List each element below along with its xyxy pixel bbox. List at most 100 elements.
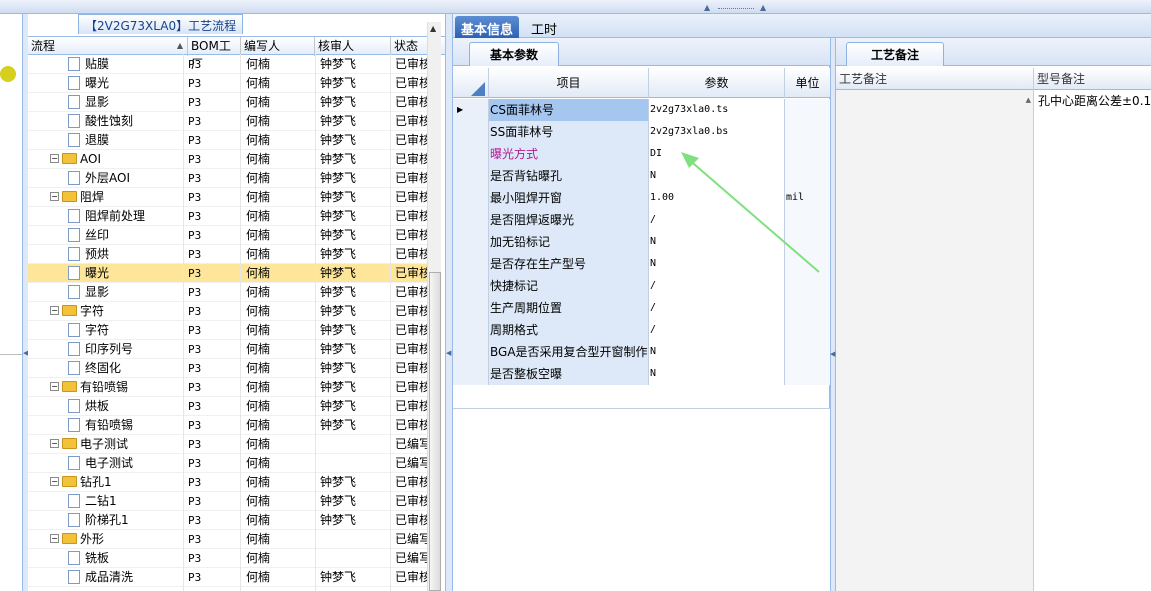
param-value-cell[interactable]: N	[649, 341, 785, 363]
tree-row[interactable]: − 钻孔1 P3 何楠 钟梦飞 已审核	[28, 473, 428, 492]
tree-row[interactable]: 终固化 P3 何楠 钟梦飞 已审核	[28, 359, 428, 378]
tree-row[interactable]: 退膜 P3 何楠 钟梦飞 已审核	[28, 131, 428, 150]
param-value-cell[interactable]: /	[649, 275, 785, 297]
collapse-toggle-icon[interactable]: −	[50, 439, 59, 448]
col-header-flow[interactable]: 流程 ▲	[28, 37, 188, 56]
tree-row[interactable]: 贴膜 P3 何楠 钟梦飞 已审核	[28, 55, 428, 74]
tree-row[interactable]: 阶梯孔1 P3 何楠 钟梦飞 已审核	[28, 511, 428, 530]
row-selector[interactable]	[453, 253, 489, 275]
col-header-reviewer[interactable]: 核审人	[315, 37, 391, 56]
tree-node-name[interactable]: 二钻1	[28, 492, 182, 511]
tree-node-name[interactable]: − 外形	[28, 530, 182, 549]
param-value-cell[interactable]: /	[649, 297, 785, 319]
tree-node-name[interactable]: 丝印	[28, 226, 182, 245]
row-selector[interactable]: ▶	[453, 99, 489, 121]
params-row[interactable]: SS面菲林号 2v2g73xla0.bs	[453, 121, 830, 143]
tree-row[interactable]: 阻焊前处理 P3 何楠 钟梦飞 已审核	[28, 207, 428, 226]
tree-row[interactable]: − 阻焊 P3 何楠 钟梦飞 已审核	[28, 188, 428, 207]
tree-node-name[interactable]: 曝光	[28, 264, 182, 283]
scroll-up-icon[interactable]: ▲	[1026, 96, 1031, 104]
tree-node-name[interactable]: 酸性蚀刻	[28, 112, 182, 131]
tree-node-name[interactable]: − 字符	[28, 302, 182, 321]
tree-row[interactable]: − 字符 P3 何楠 钟梦飞 已审核	[28, 302, 428, 321]
param-value-cell[interactable]: 2v2g73xla0.ts	[649, 99, 785, 121]
tree-row[interactable]: 有铅喷锡 P3 何楠 钟梦飞 已审核	[28, 416, 428, 435]
params-row[interactable]: 快捷标记 /	[453, 275, 830, 297]
tree-node-name[interactable]: − 阻焊	[28, 188, 182, 207]
tree-node-name[interactable]: 铣板	[28, 549, 182, 568]
row-selector[interactable]	[453, 319, 489, 341]
tree-row[interactable]: 字符 P3 何楠 钟梦飞 已审核	[28, 321, 428, 340]
tree-node-name[interactable]: 贴膜	[28, 55, 182, 74]
tree-node-name[interactable]: 成品清洗	[28, 568, 182, 587]
tree-node-name[interactable]: 电子测试	[28, 454, 182, 473]
tree-node-name[interactable]: − 钻孔1	[28, 473, 182, 492]
tree-node-name[interactable]: 退膜	[28, 131, 182, 150]
tree-node-name[interactable]: 曝光	[28, 74, 182, 93]
tree-row[interactable]: 烘板 P3 何楠 钟梦飞 已审核	[28, 397, 428, 416]
tab-work-hours[interactable]: 工时	[525, 16, 563, 38]
tree-row[interactable]: 预烘 P3 何楠 钟梦飞 已审核	[28, 245, 428, 264]
splitter-arrow-icon[interactable]: ◀	[446, 349, 451, 357]
tree-row[interactable]: − AOI P3 何楠 钟梦飞 已审核	[28, 150, 428, 169]
tree-row[interactable]: − 电子测试 P3 何楠 已编写	[28, 435, 428, 454]
splitter-grip[interactable]	[718, 8, 754, 11]
tree-row[interactable]: 成品清洗 P3 何楠 钟梦飞 已审核	[28, 568, 428, 587]
row-selector[interactable]	[453, 143, 489, 165]
middle-splitter[interactable]: ◀	[445, 14, 453, 591]
tree-row[interactable]: − 有铅喷锡 P3 何楠 钟梦飞 已审核	[28, 378, 428, 397]
row-selector[interactable]	[453, 297, 489, 319]
row-selector[interactable]	[453, 187, 489, 209]
tab-process-notes[interactable]: 工艺备注	[846, 42, 945, 66]
col-header-process-note[interactable]: 工艺备注	[836, 68, 1034, 90]
tree-scrollbar[interactable]: ▲	[427, 22, 441, 591]
tree-row[interactable]: 曝光 P3 何楠 钟梦飞 已审核	[28, 264, 428, 283]
row-selector-header[interactable]	[453, 68, 489, 98]
tree-node-name[interactable]: 预烘	[28, 245, 182, 264]
tree-node-name[interactable]: 显影	[28, 283, 182, 302]
collapse-toggle-icon[interactable]: −	[50, 534, 59, 543]
collapse-toggle-icon[interactable]: −	[50, 306, 59, 315]
tree-node-name[interactable]: 印序列号	[28, 340, 182, 359]
params-row[interactable]: 生产周期位置 /	[453, 297, 830, 319]
tree-node-name[interactable]: 字符	[28, 321, 182, 340]
param-value-cell[interactable]: /	[649, 319, 785, 341]
tree-node-name[interactable]: − 有铅喷锡	[28, 378, 182, 397]
params-row[interactable]: BGA是否采用复合型开窗制作 N	[453, 341, 830, 363]
process-note-textarea[interactable]: ▲	[836, 90, 1034, 591]
tree-row[interactable]: 外层AOI P3 何楠 钟梦飞 已审核	[28, 169, 428, 188]
param-value-cell[interactable]: N	[649, 363, 785, 385]
row-selector[interactable]	[453, 363, 489, 385]
collapse-toggle-icon[interactable]: −	[50, 477, 59, 486]
col-header-item[interactable]: 项目	[489, 68, 649, 98]
row-selector[interactable]	[453, 341, 489, 363]
row-selector[interactable]	[453, 209, 489, 231]
tree-row[interactable]: 酸性蚀刻 P3 何楠 钟梦飞 已审核	[28, 112, 428, 131]
row-selector[interactable]	[453, 231, 489, 253]
col-header-model-note[interactable]: 型号备注	[1034, 68, 1151, 90]
tree-node-name[interactable]: − AOI	[28, 150, 182, 169]
param-value-cell[interactable]: 2v2g73xla0.bs	[649, 121, 785, 143]
col-header-bom[interactable]: BOM工厂	[188, 37, 241, 71]
tab-basic-info[interactable]: 基本信息	[455, 16, 520, 38]
tree-row[interactable]: 显影 P3 何楠 钟梦飞 已审核	[28, 283, 428, 302]
tree-row[interactable]: 显影 P3 何楠 钟梦飞 已审核	[28, 93, 428, 112]
params-row[interactable]: 周期格式 /	[453, 319, 830, 341]
col-header-writer[interactable]: 编写人	[241, 37, 315, 56]
tree-node-name[interactable]: 终固化	[28, 359, 182, 378]
tree-node-name[interactable]: 阶梯孔1	[28, 511, 182, 530]
tree-node-name[interactable]: − 电子测试	[28, 435, 182, 454]
tree-node-name[interactable]: 烘板	[28, 397, 182, 416]
row-selector[interactable]	[453, 165, 489, 187]
tab-basic-params[interactable]: 基本参数	[469, 42, 560, 66]
col-header-value[interactable]: 参数	[649, 68, 785, 98]
tree-node-name[interactable]: 显影	[28, 93, 182, 112]
row-selector[interactable]	[453, 121, 489, 143]
tree-node-name[interactable]: 有铅喷锡	[28, 416, 182, 435]
splitter-arrow-icon[interactable]: ◀	[830, 350, 835, 358]
tree-row[interactable]: 电子测试 P3 何楠 已编写	[28, 454, 428, 473]
tree-row[interactable]: 曝光 P3 何楠 钟梦飞 已审核	[28, 74, 428, 93]
scrollbar-thumb[interactable]	[429, 272, 441, 591]
params-row[interactable]: 是否整板空曝 N	[453, 363, 830, 385]
collapse-up-icon[interactable]: ▲	[704, 3, 710, 12]
